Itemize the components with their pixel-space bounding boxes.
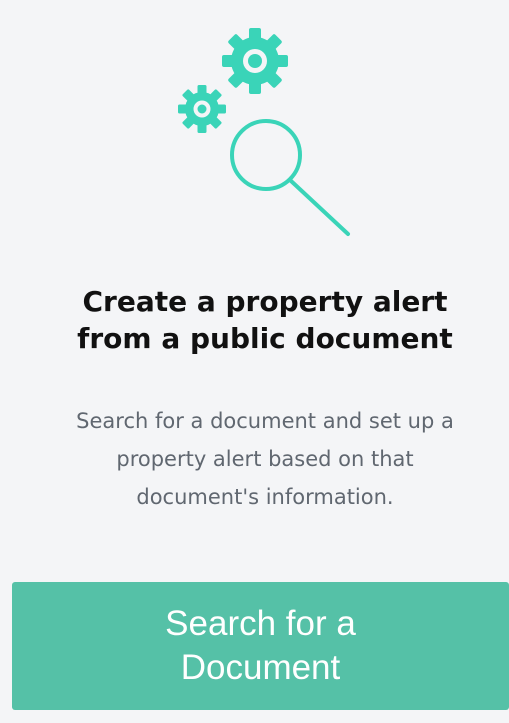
- card-title-line: from a public document: [77, 322, 453, 355]
- gear-icon: [178, 85, 226, 133]
- search-button-label-line: Search for a: [165, 604, 356, 643]
- search-illustration: [178, 28, 350, 236]
- property-alert-card: Create a property alert from a public do…: [0, 0, 509, 723]
- card-description: Search for a document and set up a prope…: [0, 402, 509, 516]
- gear-icon: [222, 28, 288, 94]
- search-for-document-button[interactable]: Search for a Document: [12, 582, 509, 710]
- card-title: Create a property alert from a public do…: [0, 283, 509, 357]
- magnifier-icon: [230, 119, 350, 236]
- card-description-line: document's information.: [136, 485, 394, 509]
- card-description-line: Search for a document and set up a: [76, 409, 454, 433]
- card-title-line: Create a property alert: [82, 285, 448, 318]
- card-description-line: property alert based on that: [116, 447, 414, 471]
- search-button-label-line: Document: [180, 648, 341, 687]
